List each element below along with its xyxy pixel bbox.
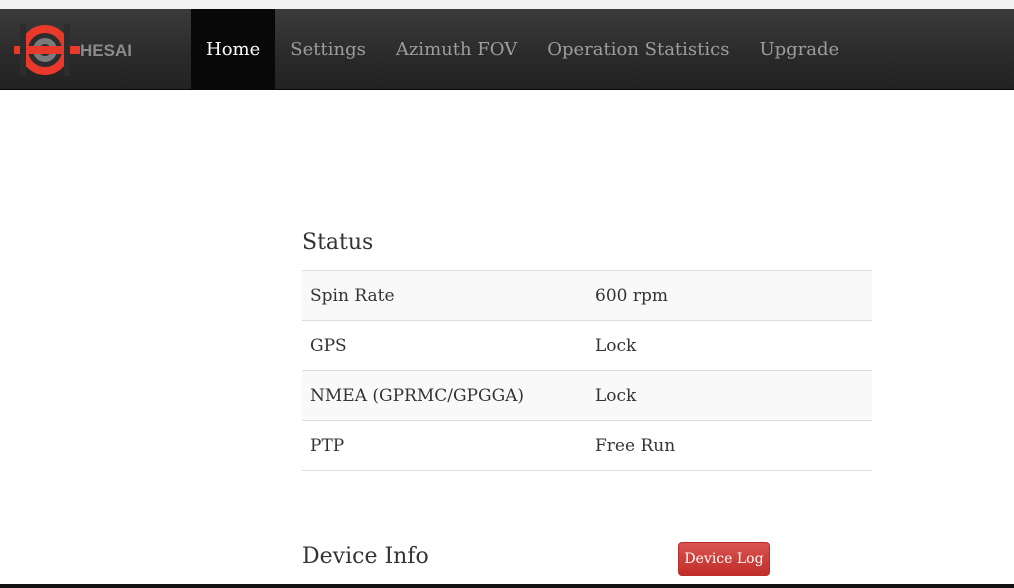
nav-item-upgrade[interactable]: Upgrade [744,9,854,89]
table-row: GPS Lock [302,320,872,371]
nav-menu: Home Settings Azimuth FOV Operation Stat… [191,9,854,89]
status-heading: Status [302,230,374,255]
gps-label: GPS [310,335,347,356]
nav-item-azimuth-fov[interactable]: Azimuth FOV [381,9,532,89]
bottom-edge [0,584,1014,588]
nav-item-operation-statistics[interactable]: Operation Statistics [532,9,744,89]
table-row: PTP Free Run [302,420,872,471]
nmea-label: NMEA (GPRMC/GPGGA) [310,385,525,406]
nmea-value: Lock [595,385,637,406]
status-table: Spin Rate 600 rpm GPS Lock NMEA (GPRMC/G… [302,270,872,471]
spin-rate-label: Spin Rate [310,285,395,306]
table-row: Spin Rate 600 rpm [302,270,872,321]
nav-item-settings[interactable]: Settings [275,9,381,89]
navbar: HESAI Home Settings Azimuth FOV Operatio… [0,9,1014,90]
device-info-heading: Device Info [302,544,429,569]
logo-text: HESAI [80,41,132,60]
spin-rate-value: 600 rpm [595,285,668,306]
device-log-button[interactable]: Device Log [678,542,770,576]
hesai-logo-icon: HESAI [14,24,132,76]
nav-item-home[interactable]: Home [191,9,276,89]
ptp-value: Free Run [595,435,676,456]
ptp-label: PTP [310,435,345,456]
brand-logo[interactable]: HESAI [14,24,154,76]
table-row: NMEA (GPRMC/GPGGA) Lock [302,370,872,421]
gps-value: Lock [595,335,637,356]
browser-top-strip [0,0,1014,9]
